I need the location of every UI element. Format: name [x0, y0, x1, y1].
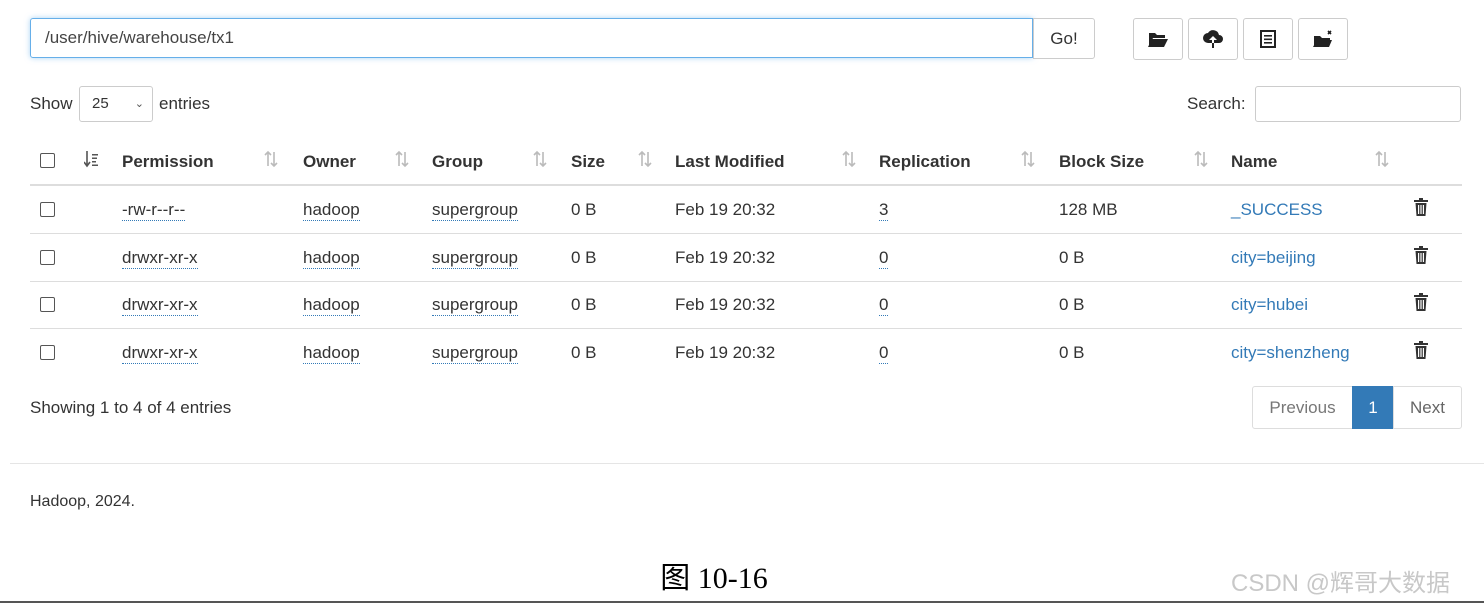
page-1-button[interactable]: 1: [1352, 386, 1394, 429]
sort-icon[interactable]: [842, 150, 856, 168]
column-header-permission[interactable]: Permission: [122, 152, 214, 172]
owner-value[interactable]: hadoop: [303, 200, 360, 221]
size-value: 0 B: [571, 200, 597, 219]
folder-open-icon: [1148, 33, 1168, 47]
modified-value: Feb 19 20:32: [675, 295, 776, 314]
cut-paste-button[interactable]: [1298, 18, 1348, 60]
block-size-value: 128 MB: [1059, 200, 1118, 219]
replication-value[interactable]: 0: [879, 248, 889, 269]
column-header-group[interactable]: Group: [432, 152, 483, 172]
select-all-checkbox[interactable]: [40, 153, 55, 168]
owner-value[interactable]: hadoop: [303, 295, 360, 316]
trash-icon[interactable]: [1413, 292, 1429, 312]
owner-value[interactable]: hadoop: [303, 343, 360, 364]
replication-value[interactable]: 0: [879, 295, 889, 316]
row-checkbox[interactable]: [40, 345, 55, 360]
list-icon: [1260, 30, 1276, 48]
group-value[interactable]: supergroup: [432, 248, 519, 269]
footer-text: Hadoop, 2024.: [30, 493, 135, 510]
next-page-button[interactable]: Next: [1393, 386, 1462, 429]
sort-icon[interactable]: [1375, 150, 1389, 168]
column-header-name[interactable]: Name: [1231, 152, 1277, 172]
cut-paste-icon: [1313, 30, 1332, 47]
block-size-value: 0 B: [1059, 248, 1085, 267]
replication-value[interactable]: 0: [879, 343, 889, 364]
entries-label: entries: [159, 94, 211, 113]
column-header-owner[interactable]: Owner: [303, 152, 356, 172]
trash-icon[interactable]: [1413, 245, 1429, 265]
group-value[interactable]: supergroup: [432, 295, 519, 316]
row-checkbox[interactable]: [40, 297, 55, 312]
image-bottom-border: [0, 601, 1484, 603]
file-name-link[interactable]: city=beijing: [1231, 248, 1316, 268]
trash-icon[interactable]: [1413, 197, 1429, 217]
group-value[interactable]: supergroup: [432, 343, 519, 364]
row-divider: [30, 328, 1462, 329]
show-label: Show: [30, 94, 73, 113]
size-value: 0 B: [571, 295, 597, 314]
go-button[interactable]: Go!: [1033, 18, 1095, 59]
upload-icon: [1203, 30, 1223, 48]
permission-value[interactable]: drwxr-xr-x: [122, 343, 198, 364]
trash-icon[interactable]: [1413, 340, 1429, 360]
column-header-size[interactable]: Size: [571, 152, 605, 172]
file-name-link[interactable]: city=hubei: [1231, 295, 1308, 315]
header-divider: [30, 184, 1462, 186]
modified-value: Feb 19 20:32: [675, 248, 776, 267]
row-divider: [30, 233, 1462, 234]
sort-icon[interactable]: [533, 150, 547, 168]
list-view-button[interactable]: [1243, 18, 1293, 60]
block-size-value: 0 B: [1059, 343, 1085, 362]
upload-button[interactable]: [1188, 18, 1238, 60]
table-info: Showing 1 to 4 of 4 entries: [30, 398, 232, 417]
chevron-down-icon: ⌄: [134, 98, 144, 110]
column-header-block-size[interactable]: Block Size: [1059, 152, 1144, 172]
footer-divider: [10, 463, 1484, 464]
column-header-replication[interactable]: Replication: [879, 152, 971, 172]
search-input[interactable]: [1255, 86, 1461, 122]
size-value: 0 B: [571, 343, 597, 362]
modified-value: Feb 19 20:32: [675, 343, 776, 362]
sort-icon[interactable]: [395, 150, 409, 168]
sort-icon[interactable]: [638, 150, 652, 168]
create-directory-button[interactable]: [1133, 18, 1183, 60]
entries-per-page-select[interactable]: 25 ⌄: [79, 86, 153, 122]
file-name-link[interactable]: city=shenzheng: [1231, 343, 1350, 363]
sort-icon[interactable]: [1021, 150, 1035, 168]
replication-value[interactable]: 3: [879, 200, 889, 221]
figure-caption: 图 10-16: [660, 562, 768, 595]
watermark: CSDN @辉哥大数据: [1231, 570, 1451, 597]
column-header-last-modified[interactable]: Last Modified: [675, 152, 785, 172]
sort-icon[interactable]: [1194, 150, 1208, 168]
permission-value[interactable]: drwxr-xr-x: [122, 248, 198, 269]
row-checkbox[interactable]: [40, 202, 55, 217]
block-size-value: 0 B: [1059, 295, 1085, 314]
search-label: Search:: [1187, 94, 1246, 113]
permission-value[interactable]: -rw-r--r--: [122, 200, 186, 221]
path-input[interactable]: /user/hive/warehouse/tx1: [30, 18, 1033, 58]
sort-icon[interactable]: [264, 150, 278, 168]
owner-value[interactable]: hadoop: [303, 248, 360, 269]
entries-value: 25: [92, 95, 109, 112]
row-checkbox[interactable]: [40, 250, 55, 265]
previous-page-button[interactable]: Previous: [1252, 386, 1353, 429]
file-name-link[interactable]: _SUCCESS: [1231, 200, 1323, 220]
sort-ascending-icon[interactable]: [84, 150, 98, 168]
size-value: 0 B: [571, 248, 597, 267]
permission-value[interactable]: drwxr-xr-x: [122, 295, 198, 316]
row-divider: [30, 281, 1462, 282]
modified-value: Feb 19 20:32: [675, 200, 776, 219]
group-value[interactable]: supergroup: [432, 200, 519, 221]
